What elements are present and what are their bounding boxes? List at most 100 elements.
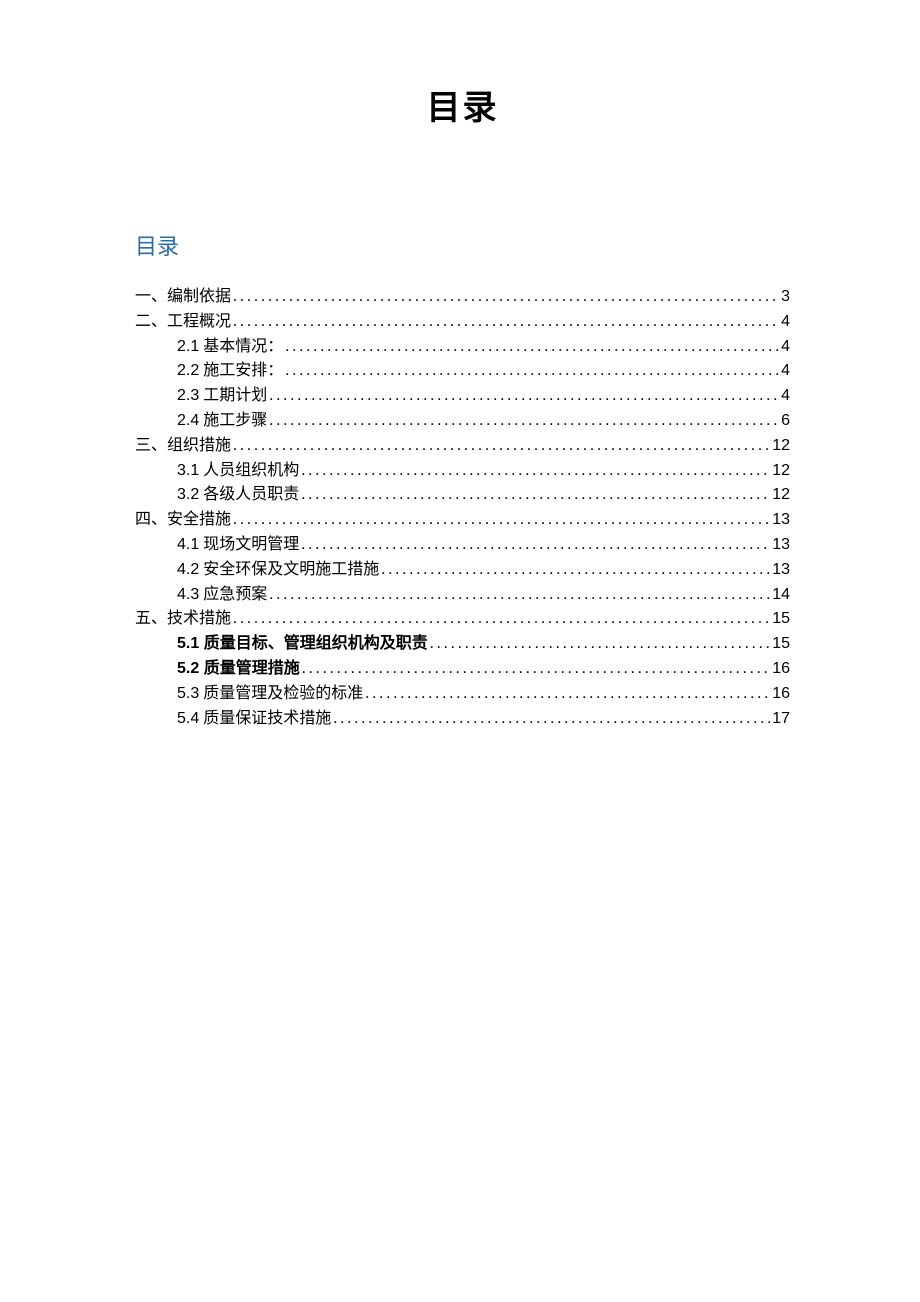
toc-leader-dots [269, 409, 779, 434]
toc-leader-dots [233, 434, 770, 459]
toc-leader-dots [301, 533, 770, 558]
toc-number: 4.1 [177, 536, 199, 553]
toc-text: 一、编制依据 [135, 288, 231, 305]
toc-label: 3.1 人员组织机构 [177, 459, 299, 484]
toc-page-number: 16 [772, 682, 790, 707]
toc-text: 基本情况： [199, 338, 283, 355]
toc-page-number: 6 [781, 409, 790, 434]
toc-row: 3.2 各级人员职责 12 [135, 483, 790, 508]
toc-text: 五、技术措施 [135, 610, 231, 627]
toc-leader-dots [301, 459, 770, 484]
toc-label: 5.4 质量保证技术措施 [177, 707, 331, 732]
toc-text: 安全环保及文明施工措施 [199, 561, 379, 578]
toc-number: 5.3 [177, 685, 199, 702]
toc-number: 2.1 [177, 338, 199, 355]
toc-row: 2.4 施工步骤 6 [135, 409, 790, 434]
toc-container: 一、编制依据3二、工程概况42.1 基本情况：42.2 施工安排：42.3 工期… [135, 285, 790, 731]
toc-leader-dots [233, 607, 770, 632]
toc-leader-dots [285, 359, 779, 384]
toc-row: 二、工程概况 4 [135, 310, 790, 335]
toc-label: 五、技术措施 [135, 607, 231, 632]
toc-page-number: 4 [781, 359, 790, 384]
toc-page-number: 15 [772, 607, 790, 632]
toc-label: 三、组织措施 [135, 434, 231, 459]
toc-row: 三、组织措施 12 [135, 434, 790, 459]
toc-label: 3.2 各级人员职责 [177, 483, 299, 508]
toc-text: 施工步骤 [199, 412, 267, 429]
toc-page-number: 12 [772, 459, 790, 484]
toc-row: 4.1 现场文明管理 13 [135, 533, 790, 558]
toc-section-title: 目录 [135, 229, 790, 261]
toc-label: 4.3 应急预案 [177, 583, 267, 608]
toc-row: 四、安全措施 13 [135, 508, 790, 533]
toc-label: 4.2 安全环保及文明施工措施 [177, 558, 379, 583]
toc-leader-dots [430, 632, 771, 657]
toc-label: 二、工程概况 [135, 310, 231, 335]
toc-text: 质量管理措施 [199, 660, 299, 677]
toc-number: 2.4 [177, 412, 199, 429]
toc-label: 4.1 现场文明管理 [177, 533, 299, 558]
toc-text: 各级人员职责 [199, 486, 299, 503]
toc-page-number: 13 [772, 558, 790, 583]
toc-number: 3.2 [177, 486, 199, 503]
toc-number: 5.1 [177, 635, 199, 652]
toc-page-number: 4 [781, 310, 790, 335]
toc-row: 5.4 质量保证技术措施 17 [135, 707, 790, 732]
toc-text: 三、组织措施 [135, 437, 231, 454]
toc-label: 2.4 施工步骤 [177, 409, 267, 434]
toc-leader-dots [302, 657, 771, 682]
toc-row: 2.1 基本情况： 4 [135, 335, 790, 360]
toc-leader-dots [285, 335, 779, 360]
toc-leader-dots [301, 483, 770, 508]
toc-text: 工期计划 [199, 387, 267, 404]
toc-text: 人员组织机构 [199, 462, 299, 479]
toc-leader-dots [269, 384, 779, 409]
toc-row: 5.1 质量目标、管理组织机构及职责 15 [135, 632, 790, 657]
toc-number: 5.4 [177, 710, 199, 727]
toc-label: 四、安全措施 [135, 508, 231, 533]
toc-label: 2.2 施工安排： [177, 359, 283, 384]
toc-leader-dots [233, 285, 779, 310]
toc-label: 5.3 质量管理及检验的标准 [177, 682, 363, 707]
toc-text: 施工安排： [199, 362, 283, 379]
toc-page-number: 13 [772, 508, 790, 533]
toc-page-number: 12 [772, 483, 790, 508]
toc-number: 5.2 [177, 660, 199, 677]
toc-label: 5.1 质量目标、管理组织机构及职责 [177, 632, 428, 657]
toc-row: 4.2 安全环保及文明施工措施 13 [135, 558, 790, 583]
toc-row: 一、编制依据3 [135, 285, 790, 310]
toc-leader-dots [233, 310, 779, 335]
toc-number: 4.3 [177, 586, 199, 603]
toc-text: 四、安全措施 [135, 511, 231, 528]
toc-number: 3.1 [177, 462, 199, 479]
toc-row: 5.3 质量管理及检验的标准 16 [135, 682, 790, 707]
toc-number: 2.2 [177, 362, 199, 379]
toc-number: 2.3 [177, 387, 199, 404]
toc-row: 3.1 人员组织机构 12 [135, 459, 790, 484]
toc-leader-dots [269, 583, 770, 608]
toc-label: 一、编制依据 [135, 285, 231, 310]
toc-row: 2.2 施工安排： 4 [135, 359, 790, 384]
toc-label: 2.1 基本情况： [177, 335, 283, 360]
toc-leader-dots [365, 682, 770, 707]
toc-page-number: 15 [772, 632, 790, 657]
toc-text: 二、工程概况 [135, 313, 231, 330]
toc-page-number: 17 [772, 707, 790, 732]
toc-text: 质量保证技术措施 [199, 710, 331, 727]
toc-row: 5.2 质量管理措施 16 [135, 657, 790, 682]
toc-page-number: 4 [781, 335, 790, 360]
toc-page-number: 12 [772, 434, 790, 459]
toc-page-number: 13 [772, 533, 790, 558]
toc-leader-dots [333, 707, 770, 732]
toc-text: 质量管理及检验的标准 [199, 685, 363, 702]
toc-text: 质量目标、管理组织机构及职责 [199, 635, 427, 652]
toc-page-number: 16 [772, 657, 790, 682]
main-title: 目录 [135, 80, 790, 129]
toc-leader-dots [381, 558, 770, 583]
toc-page-number: 4 [781, 384, 790, 409]
toc-label: 5.2 质量管理措施 [177, 657, 300, 682]
toc-text: 现场文明管理 [199, 536, 299, 553]
toc-row: 4.3 应急预案14 [135, 583, 790, 608]
toc-label: 2.3 工期计划 [177, 384, 267, 409]
toc-row: 2.3 工期计划 4 [135, 384, 790, 409]
